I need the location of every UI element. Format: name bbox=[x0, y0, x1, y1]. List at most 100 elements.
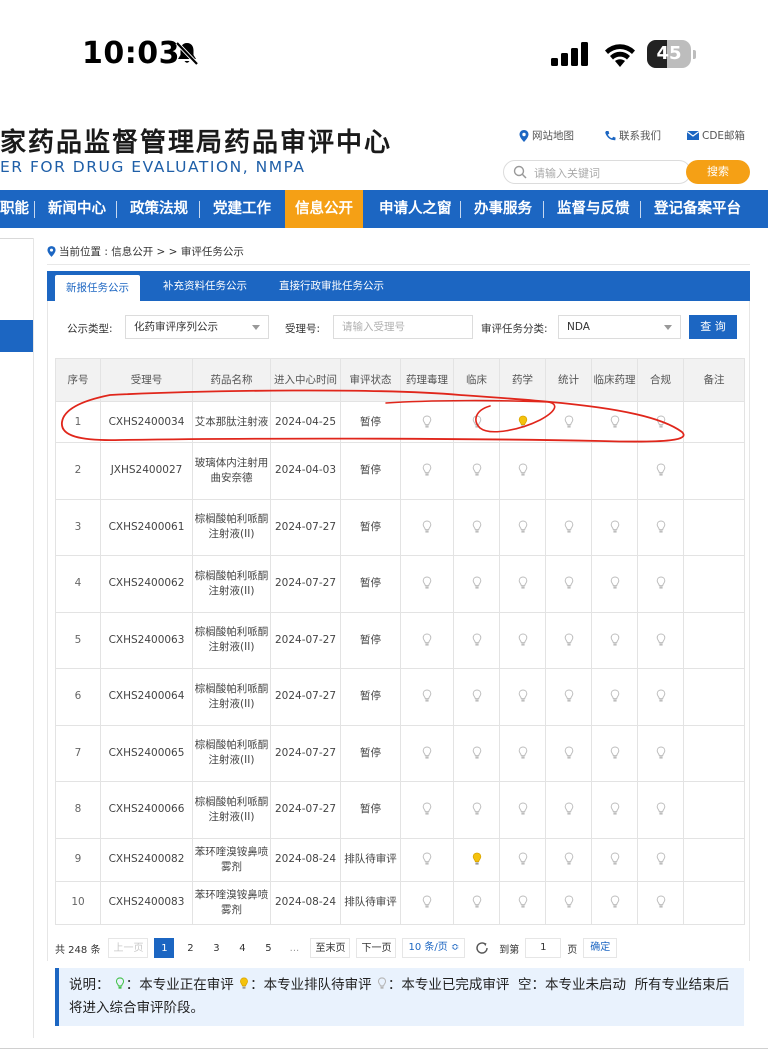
type-select[interactable]: 化药审评序列公示 bbox=[125, 315, 269, 339]
bulb-gray-icon bbox=[422, 746, 432, 759]
tab-direct-approval-tasks[interactable]: 直接行政审批任务公示 bbox=[279, 271, 384, 301]
nav-divider bbox=[460, 201, 461, 218]
table-row[interactable]: 5 CXHS2400063 棕榈酸帕利哌酮注射液(II) 2024-07-27 暂停 bbox=[55, 611, 745, 669]
page-button-4[interactable]: 4 bbox=[232, 938, 253, 958]
bulb-gray-icon bbox=[610, 746, 619, 759]
table-row[interactable]: 1 CXHS2400034 艾本那肽注射液 2024-04-25 暂停 bbox=[55, 401, 745, 443]
next-page-button[interactable]: 下一页 bbox=[356, 938, 397, 958]
sidebar-active-item[interactable] bbox=[0, 320, 33, 352]
bulb-gray-icon bbox=[518, 633, 527, 646]
search-input[interactable]: 请输入关键词 bbox=[503, 160, 691, 184]
table-row[interactable]: 3 CXHS2400061 棕榈酸帕利哌酮注射液(II) 2024-07-27 暂停 bbox=[55, 498, 745, 556]
row-number: 10 bbox=[55, 880, 101, 925]
sitemap-link[interactable]: 网站地图 bbox=[519, 128, 574, 143]
contact-link[interactable]: 联系我们 bbox=[604, 128, 661, 143]
sidebar-divider bbox=[0, 238, 33, 239]
discipline-status-cell bbox=[499, 401, 546, 443]
bulb-gray-icon bbox=[656, 414, 665, 428]
accept-no-cell: CXHS2400062 bbox=[100, 555, 193, 613]
discipline-status-cell bbox=[637, 837, 684, 882]
discipline-status-cell bbox=[400, 498, 454, 556]
bulb-gray-icon bbox=[564, 802, 573, 815]
discipline-status-cell bbox=[499, 837, 546, 882]
prev-page-button[interactable]: 上一页 bbox=[108, 938, 149, 958]
discipline-status-cell bbox=[545, 498, 592, 556]
page-button-1[interactable]: 1 bbox=[154, 938, 175, 958]
tab-new-tasks[interactable]: 新报任务公示 bbox=[55, 275, 140, 301]
column-header: 受理号 bbox=[100, 358, 193, 402]
drug-name-cell: 艾本那肽注射液 bbox=[192, 401, 271, 443]
site-title: 家药品监督管理局药品审评中心 bbox=[0, 128, 393, 158]
nav-item-policy[interactable]: 政策法规 bbox=[130, 190, 188, 228]
bulb-gray-icon bbox=[656, 576, 665, 589]
drug-name-cell: 玻璃体内注射用曲安奈德 bbox=[192, 442, 271, 500]
query-button[interactable]: 查 询 bbox=[689, 315, 737, 339]
bulb-gray-icon bbox=[422, 633, 432, 646]
goto-confirm-button[interactable]: 确定 bbox=[583, 938, 618, 958]
nav-item-services[interactable]: 办事服务 bbox=[474, 190, 532, 228]
table-row[interactable]: 2 JXHS2400027 玻璃体内注射用曲安奈德 2024-04-03 暂停 bbox=[55, 442, 745, 500]
bulb-gray-icon bbox=[422, 895, 432, 908]
table-row[interactable]: 6 CXHS2400064 棕榈酸帕利哌酮注射液(II) 2024-07-27 暂停 bbox=[55, 668, 745, 726]
accept-no-cell: CXHS2400083 bbox=[100, 880, 193, 925]
discipline-status-cell bbox=[400, 611, 454, 669]
drug-name-cell: 棕榈酸帕利哌酮注射液(II) bbox=[192, 724, 271, 782]
nav-divider bbox=[543, 201, 544, 218]
table-row[interactable]: 10 CXHS2400083 苯环喹溴铵鼻喷雾剂 2024-08-24 排队待审评 bbox=[55, 880, 745, 925]
nav-divider bbox=[34, 201, 35, 218]
refresh-icon[interactable] bbox=[475, 941, 489, 955]
nav-item-functions[interactable]: 职能 bbox=[0, 190, 29, 228]
row-number: 6 bbox=[55, 668, 101, 726]
drug-name-cell: 棕榈酸帕利哌酮注射液(II) bbox=[192, 498, 271, 556]
table-row[interactable]: 8 CXHS2400066 棕榈酸帕利哌酮注射液(II) 2024-07-27 暂停 bbox=[55, 781, 745, 839]
legend-empty: 空：本专业未启动 bbox=[517, 977, 626, 993]
discipline-status-cell bbox=[545, 401, 592, 443]
accept-no-cell: CXHS2400065 bbox=[100, 724, 193, 782]
cde-mail-link[interactable]: CDE邮箱 bbox=[687, 128, 745, 143]
category-select[interactable]: NDA bbox=[558, 315, 681, 339]
bulb-gray-icon bbox=[610, 633, 619, 646]
bulb-gray-icon bbox=[472, 576, 481, 589]
discipline-status-cell bbox=[591, 837, 638, 882]
discipline-status-cell bbox=[499, 555, 546, 613]
discipline-status-cell bbox=[545, 442, 592, 500]
review-status-cell: 排队待审评 bbox=[340, 837, 401, 882]
page-button-2[interactable]: 2 bbox=[180, 938, 201, 958]
page-size-select[interactable]: 10 条/页 ≎ bbox=[402, 938, 466, 958]
nav-item-feedback[interactable]: 监督与反馈 bbox=[557, 190, 630, 228]
nav-item-applicant[interactable]: 申请人之窗 bbox=[379, 190, 452, 228]
entry-date-cell: 2024-07-27 bbox=[270, 611, 341, 669]
bulb-gray-icon bbox=[656, 852, 665, 865]
nav-item-news[interactable]: 新闻中心 bbox=[48, 190, 106, 228]
bulb-gray-icon bbox=[472, 633, 481, 646]
table-row[interactable]: 7 CXHS2400065 棕榈酸帕利哌酮注射液(II) 2024-07-27 暂停 bbox=[55, 724, 745, 782]
bulb-gray-icon bbox=[564, 689, 573, 702]
search-button[interactable]: 搜索 bbox=[686, 160, 750, 184]
note-cell bbox=[683, 498, 745, 556]
goto-page-input[interactable]: 1 bbox=[525, 938, 562, 958]
last-page-button[interactable]: 至末页 bbox=[310, 938, 351, 958]
nav-item-registration[interactable]: 登记备案平台 bbox=[654, 190, 741, 228]
page-button-3[interactable]: 3 bbox=[206, 938, 227, 958]
page-button-5[interactable]: 5 bbox=[258, 938, 279, 958]
nav-item-info-disclosure[interactable]: 信息公开 bbox=[285, 190, 363, 228]
bulb-gray-icon bbox=[656, 895, 665, 908]
bulb-gray-icon bbox=[564, 895, 573, 908]
note-cell bbox=[683, 611, 745, 669]
column-header: 合规 bbox=[637, 358, 684, 402]
discipline-status-cell bbox=[637, 724, 684, 782]
bulb-yellow-icon bbox=[518, 415, 527, 428]
table-row[interactable]: 4 CXHS2400062 棕榈酸帕利哌酮注射液(II) 2024-07-27 暂停 bbox=[55, 555, 745, 613]
discipline-status-cell bbox=[400, 442, 454, 500]
discipline-status-cell bbox=[400, 401, 454, 443]
discipline-status-cell bbox=[499, 498, 546, 556]
accept-no-input[interactable]: 请输入受理号 bbox=[333, 315, 473, 339]
review-status-cell: 暂停 bbox=[340, 555, 401, 613]
discipline-status-cell bbox=[499, 668, 546, 726]
table-row[interactable]: 9 CXHS2400082 苯环喹溴铵鼻喷雾剂 2024-08-24 排队待审评 bbox=[55, 837, 745, 882]
tab-supplement-tasks[interactable]: 补充资料任务公示 bbox=[163, 271, 247, 301]
bulb-gray-icon bbox=[610, 576, 619, 589]
nav-item-party[interactable]: 党建工作 bbox=[213, 190, 271, 228]
battery-icon: 45 bbox=[647, 40, 697, 68]
entry-date-cell: 2024-07-27 bbox=[270, 668, 341, 726]
